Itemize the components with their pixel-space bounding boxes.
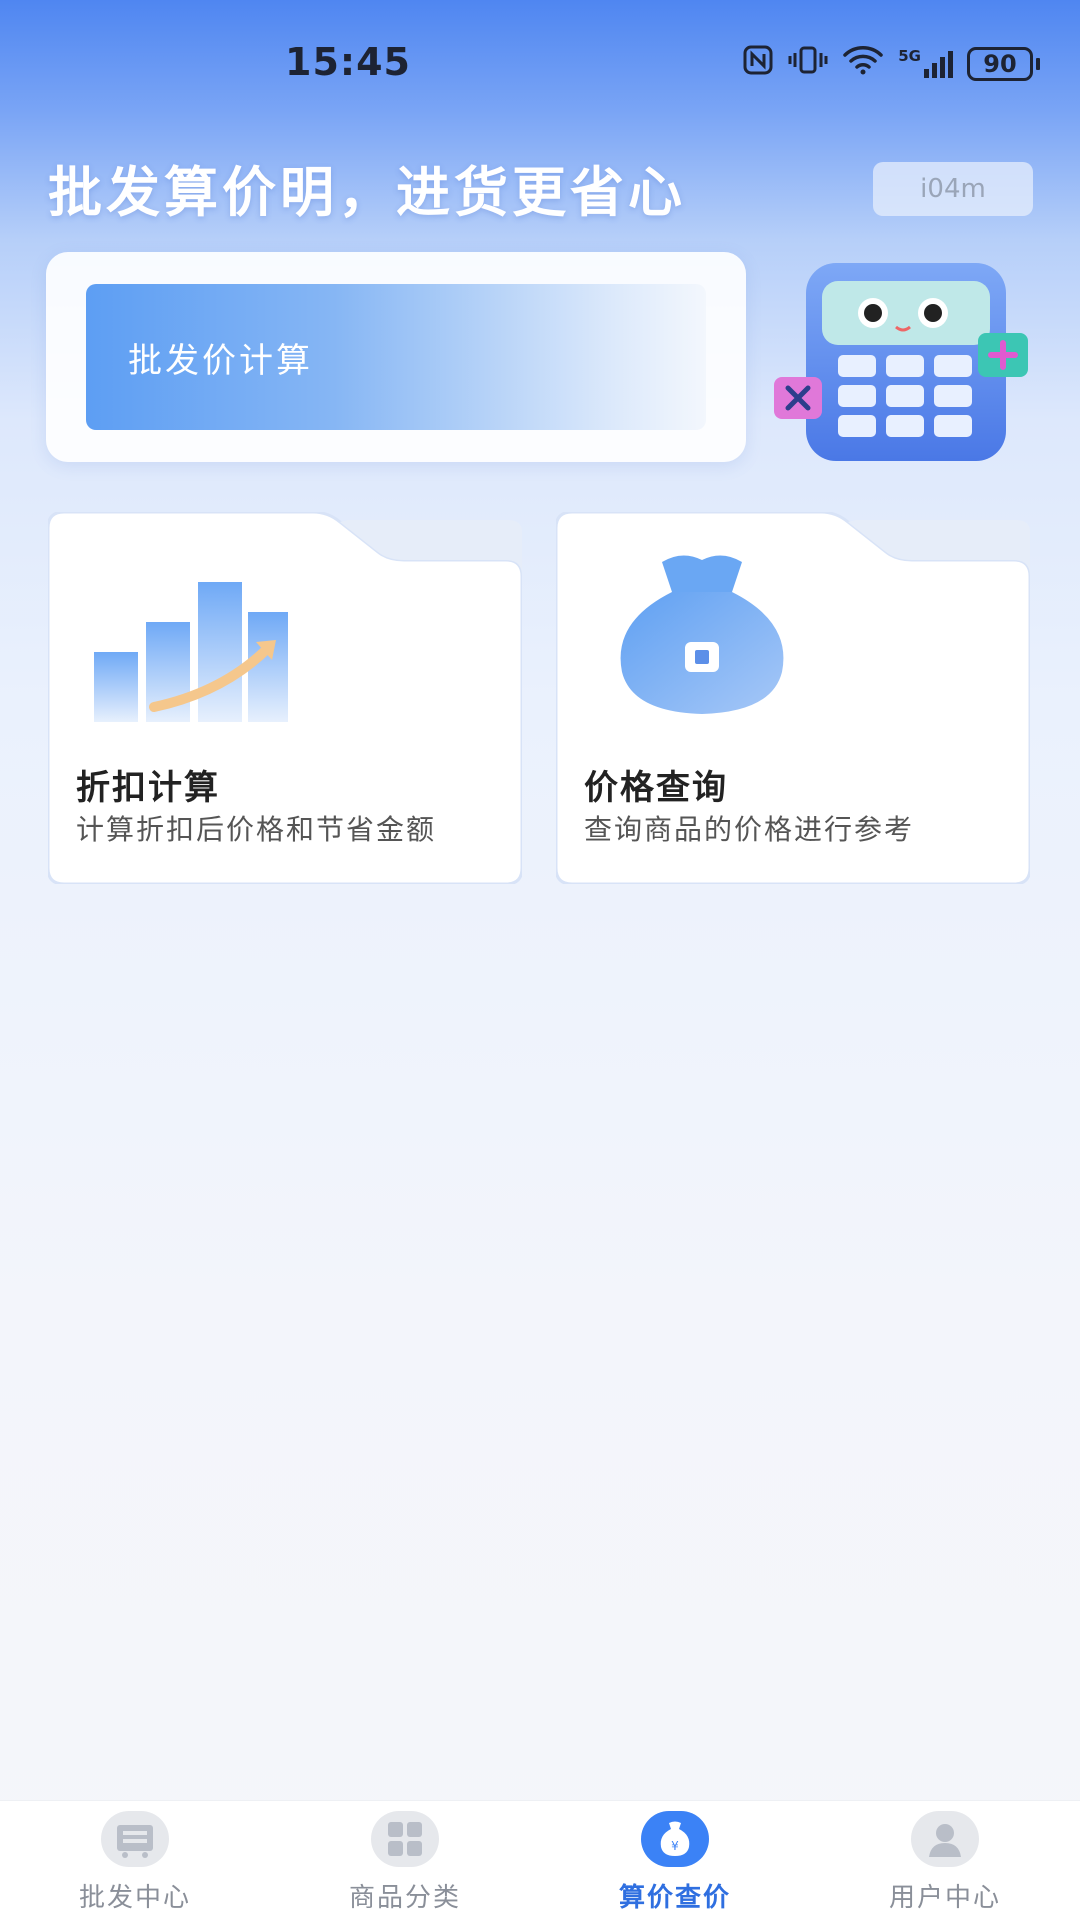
grid-icon xyxy=(371,1811,439,1867)
bar-chart-growth-icon xyxy=(84,542,304,732)
tab-label: 商品分类 xyxy=(348,1883,461,1913)
tab-label: 用户中心 xyxy=(888,1883,1001,1913)
store-icon xyxy=(101,1811,169,1867)
nfc-icon xyxy=(742,44,774,84)
network-type: 5G xyxy=(898,47,921,65)
card-description: 计算折扣后价格和节省金额 xyxy=(76,813,437,846)
user-icon xyxy=(911,1811,979,1867)
header-tag[interactable]: i04m xyxy=(873,162,1033,216)
wifi-icon xyxy=(842,44,884,84)
tab-user-center[interactable]: 用户中心 xyxy=(810,1801,1080,1920)
money-bag-icon: ¥ xyxy=(641,1811,709,1867)
money-bag-icon xyxy=(592,542,812,732)
bottom-tab-bar: 批发中心 商品分类 ¥ 算价查价 用户中心 xyxy=(0,1800,1080,1920)
card-title: 折扣计算 xyxy=(76,768,220,808)
discount-calc-card[interactable]: 折扣计算 计算折扣后价格和节省金额 xyxy=(48,512,522,884)
tab-wholesale-center[interactable]: 批发中心 xyxy=(0,1801,270,1920)
tab-price-calc[interactable]: ¥ 算价查价 xyxy=(540,1801,810,1920)
card-title: 价格查询 xyxy=(584,768,728,808)
price-query-card[interactable]: 价格查询 查询商品的价格进行参考 xyxy=(556,512,1030,884)
tab-label: 算价查价 xyxy=(618,1883,731,1913)
signal-icon: 5G xyxy=(898,49,953,79)
card-description: 查询商品的价格进行参考 xyxy=(584,813,915,846)
tab-label: 批发中心 xyxy=(78,1883,191,1913)
banner-card: 批发价计算 xyxy=(46,252,746,462)
status-time: 15:45 xyxy=(285,40,411,84)
battery-icon: 90 xyxy=(967,47,1040,81)
vibrate-icon xyxy=(788,44,828,84)
tab-product-category[interactable]: 商品分类 xyxy=(270,1801,540,1920)
system-icons: 5G 90 xyxy=(742,44,1040,84)
status-bar: 15:45 5G 90 xyxy=(0,0,1080,130)
svg-text:¥: ¥ xyxy=(671,1839,679,1853)
battery-level: 90 xyxy=(967,47,1033,81)
wholesale-price-calc-button[interactable]: 批发价计算 xyxy=(86,284,706,430)
calculator-icon xyxy=(770,255,1040,470)
page-headline: 批发算价明，进货更省心 xyxy=(48,161,686,224)
